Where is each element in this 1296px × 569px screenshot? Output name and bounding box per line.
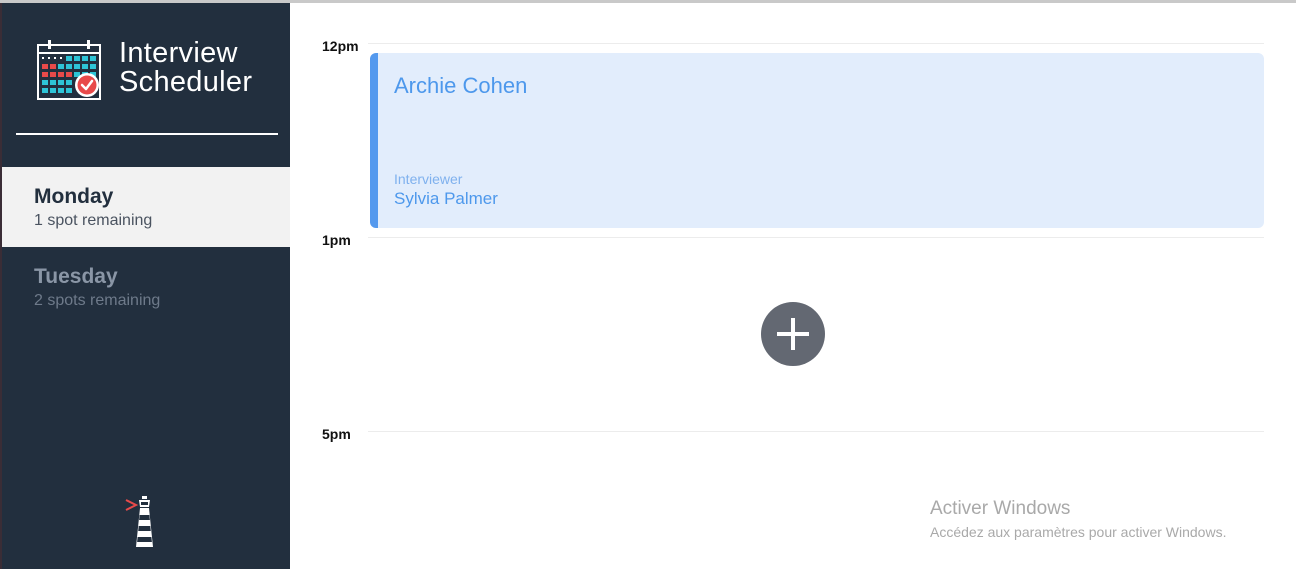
lighthouse-icon <box>125 496 153 547</box>
time-label: 5pm <box>322 426 351 442</box>
day-item-tuesday[interactable]: Tuesday 2 spots remaining <box>2 247 290 327</box>
slot-divider <box>368 431 1264 432</box>
app-title-line1: Interview <box>119 37 238 69</box>
time-label: 12pm <box>322 38 359 54</box>
watermark-subtitle: Accédez aux paramètres pour activer Wind… <box>930 524 1227 540</box>
slot-divider <box>368 43 1264 44</box>
day-name: Tuesday <box>34 265 118 288</box>
slot-divider <box>368 237 1264 238</box>
day-item-monday[interactable]: Monday 1 spot remaining <box>2 167 290 247</box>
add-appointment-button[interactable] <box>761 302 825 366</box>
student-name: Archie Cohen <box>394 73 528 98</box>
day-spots: 2 spots remaining <box>34 292 161 309</box>
activation-watermark: Activer Windows Accédez aux paramètres p… <box>930 498 1226 540</box>
app-title-line2: Scheduler <box>119 66 253 98</box>
appointment-card[interactable]: Archie Cohen Interviewer Sylvia Palmer <box>370 53 1264 228</box>
interviewer-label: Interviewer <box>394 171 463 187</box>
schedule: 12pm Archie Cohen Interviewer Sylvia Pal… <box>290 3 1296 569</box>
day-name: Monday <box>34 185 114 208</box>
sidebar-divider <box>16 133 278 135</box>
day-spots: 1 spot remaining <box>34 212 153 229</box>
time-label: 1pm <box>322 232 351 248</box>
app-title: Interview Scheduler <box>119 39 252 97</box>
watermark-title: Activer Windows <box>930 498 1071 519</box>
interviewer-name: Sylvia Palmer <box>394 189 498 208</box>
calendar-check-icon <box>37 40 101 100</box>
sidebar: Interview Scheduler Monday 1 spot remain… <box>0 3 290 569</box>
